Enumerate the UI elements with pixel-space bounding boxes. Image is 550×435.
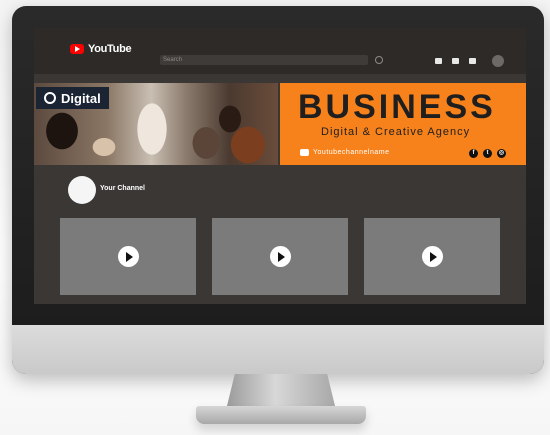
channel-avatar[interactable] — [68, 176, 96, 204]
video-camera-icon[interactable] — [435, 58, 442, 64]
banner-title: BUSINESS — [298, 88, 496, 126]
banner-text-panel: BUSINESS Digital & Creative Agency Youtu… — [280, 83, 526, 165]
facebook-icon[interactable]: f — [469, 149, 478, 158]
search-input[interactable]: Search — [160, 55, 368, 65]
banner-subtitle: Digital & Creative Agency — [321, 126, 471, 138]
youtube-icon — [300, 149, 309, 156]
banner-channel-name: Youtubechannelname — [313, 149, 390, 156]
instagram-icon[interactable]: ◎ — [497, 149, 506, 158]
bell-icon[interactable] — [469, 58, 476, 64]
top-bar: YouTube Search — [34, 28, 526, 74]
digital-icon — [44, 92, 56, 104]
video-card-3[interactable] — [364, 218, 500, 295]
channel-name[interactable]: Your Channel — [100, 185, 145, 192]
twitter-icon[interactable]: t — [483, 149, 492, 158]
monitor-stand-base — [196, 406, 366, 424]
digital-tag-text: Digital — [61, 90, 101, 106]
youtube-logo[interactable]: YouTube — [70, 43, 132, 55]
youtube-play-icon — [70, 44, 84, 54]
play-icon[interactable] — [422, 246, 443, 267]
top-icons — [435, 55, 504, 67]
screen: YouTube Search Digital BUSINESS Digital … — [34, 28, 526, 304]
video-card-2[interactable] — [212, 218, 348, 295]
play-icon[interactable] — [270, 246, 291, 267]
digital-tag: Digital — [36, 87, 109, 109]
banner-photo: Digital — [34, 83, 278, 165]
video-card-1[interactable] — [60, 218, 196, 295]
play-icon[interactable] — [118, 246, 139, 267]
apps-grid-icon[interactable] — [452, 58, 459, 64]
search-icon[interactable] — [375, 56, 383, 64]
logo-text: YouTube — [88, 43, 132, 55]
monitor-stand-neck — [226, 374, 336, 410]
account-avatar[interactable] — [492, 55, 504, 67]
channel-banner: Digital BUSINESS Digital & Creative Agen… — [34, 83, 526, 165]
banner-channel-row: Youtubechannelname — [300, 149, 389, 156]
social-icons: f t ◎ — [469, 149, 506, 158]
monitor-chin — [12, 325, 544, 374]
